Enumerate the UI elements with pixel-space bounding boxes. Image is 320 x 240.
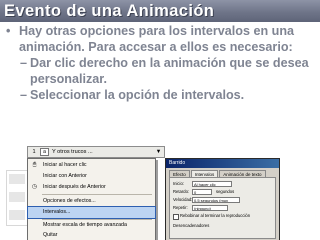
menu-item-label: Iniciar con Anterior — [43, 173, 87, 179]
dialog-title-bar: Barrido — [166, 159, 279, 168]
menu-item-effect-options[interactable]: Opciones de efectos... — [28, 196, 155, 207]
pane-block — [9, 210, 25, 220]
timing-dialog: Barrido Efecto Intervalos Animación de tex… — [165, 158, 280, 240]
start-select[interactable]: Al hacer clic — [192, 181, 232, 187]
menu-item-timing[interactable]: Intervalos... — [27, 206, 156, 219]
menu-item-label: Quitar — [43, 232, 58, 238]
delay-input[interactable]: 0 — [192, 189, 212, 195]
speed-label: Velocidad: — [173, 197, 193, 202]
effect-icon: a — [40, 148, 49, 156]
menu-item-start-on-click[interactable]: 🖱 Iniciar al hacer clic — [28, 160, 155, 171]
context-menu: 🖱 Iniciar al hacer clic Iniciar con Ante… — [27, 158, 156, 240]
repeat-label: Repetir: — [173, 205, 188, 210]
sub-bullet-text: Seleccionar la opción de intervalos. — [30, 88, 245, 102]
sub-bullet-2: – Seleccionar la opción de intervalos. — [6, 88, 318, 104]
dialog-tabs: Efecto Intervalos Animación de texto — [169, 170, 267, 178]
dialog-title: Barrido — [169, 160, 186, 166]
pane-block — [9, 174, 25, 184]
chevron-down-icon[interactable]: ▼ — [155, 147, 162, 157]
rewind-checkbox[interactable] — [173, 214, 179, 220]
bullet-list: • Hay otras opciones para los intervalos… — [6, 24, 318, 104]
speed-select[interactable]: 0,5 segundos (muy rápido) — [192, 197, 240, 203]
menu-separator — [42, 194, 152, 195]
start-label: Inicio: — [173, 181, 184, 186]
animation-label: Y otros trucos ... — [52, 149, 93, 155]
bullet-main: • Hay otras opciones para los intervalos… — [6, 24, 318, 55]
animation-list-item[interactable]: 1 a Y otros trucos ... ▼ — [27, 146, 165, 158]
delay-label: Retardo: — [173, 189, 190, 194]
delay-unit: segundos — [216, 189, 235, 194]
slide-title: Evento de una Animación — [4, 2, 215, 20]
task-pane-fragment — [6, 170, 28, 226]
menu-item-start-after-previous[interactable]: ◷ Iniciar después de Anterior — [28, 182, 155, 193]
pane-block — [9, 192, 25, 202]
sub-bullet-text: Dar clic derecho en la animación que se … — [30, 56, 309, 86]
sub-bullet-mark: – — [20, 88, 28, 102]
triggers-toggle[interactable]: Desencadenadores — [173, 223, 209, 229]
menu-item-remove[interactable]: Quitar — [28, 230, 155, 240]
menu-item-start-with-previous[interactable]: Iniciar con Anterior — [28, 171, 155, 182]
menu-item-label: Intervalos... — [43, 209, 71, 215]
menu-item-label: Iniciar al hacer clic — [43, 162, 87, 168]
clock-icon: ◷ — [31, 184, 38, 190]
menu-item-label: Iniciar después de Anterior — [43, 184, 106, 190]
mouse-icon: 🖱 — [32, 162, 37, 168]
title-bar: Evento de una Animación — [0, 0, 320, 22]
slide: Evento de una Animación • Hay otras opci… — [0, 0, 320, 240]
animation-number: 1 — [32, 149, 36, 155]
menu-item-label: Opciones de efectos... — [43, 198, 96, 204]
repeat-select[interactable]: (ninguno) — [192, 205, 228, 211]
sub-bullet-mark: – — [20, 56, 28, 70]
bullet-mark: • — [6, 24, 11, 38]
sub-bullet-1: – Dar clic derecho en la animación que s… — [6, 56, 318, 87]
dialog-body: Inicio: Al hacer clic Retardo: 0 segundo… — [169, 177, 276, 239]
bullet-main-text: Hay otras opciones para los intervalos e… — [19, 24, 295, 54]
rewind-label: Rebobinar al terminar la reproducción — [180, 213, 251, 218]
